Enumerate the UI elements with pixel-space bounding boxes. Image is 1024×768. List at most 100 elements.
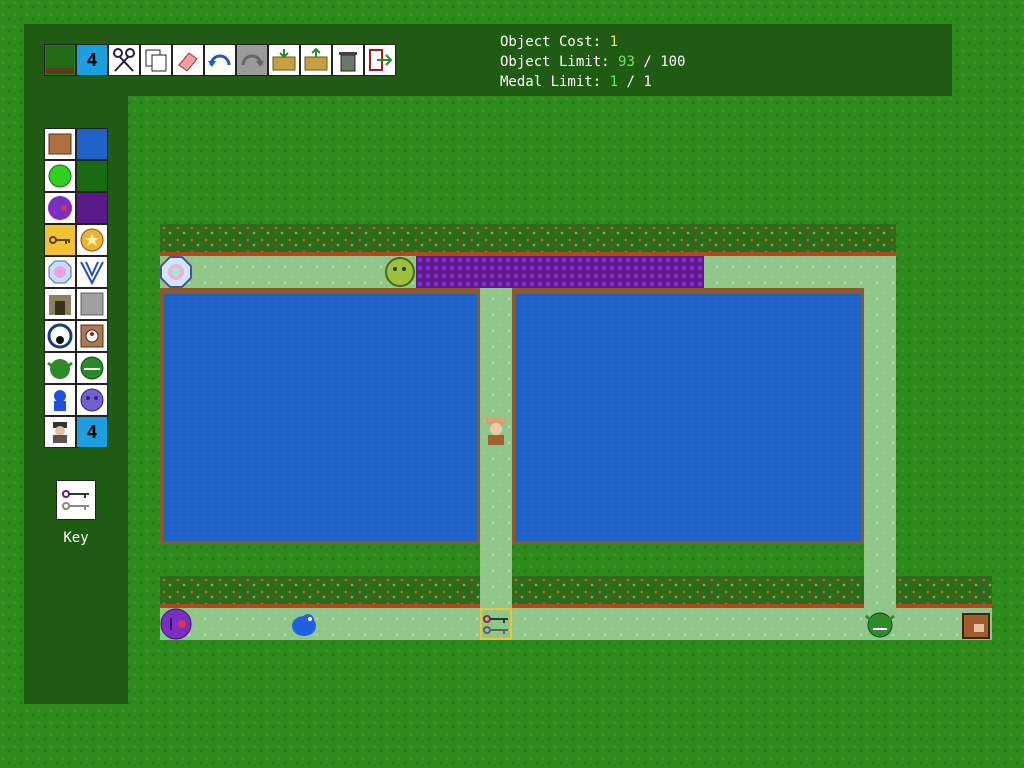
blue-creature-icon xyxy=(288,608,320,640)
object-limit-value: 93 xyxy=(618,54,635,70)
purple-lock-icon xyxy=(47,195,73,221)
bramble xyxy=(608,256,640,288)
hedge-bottom-right xyxy=(896,576,992,608)
medal-icon xyxy=(79,227,105,253)
hedge-top xyxy=(160,224,896,256)
save-folder-button[interactable] xyxy=(300,44,332,76)
blue-creature xyxy=(288,608,320,640)
palette-crate[interactable] xyxy=(44,128,76,160)
exit-icon xyxy=(367,47,393,73)
eye-icon xyxy=(47,323,73,349)
layer-button[interactable]: 4 xyxy=(76,44,108,76)
palette-gem[interactable] xyxy=(44,256,76,288)
eraser-button[interactable] xyxy=(172,44,204,76)
scissors-button[interactable] xyxy=(108,44,140,76)
layer-number: 4 xyxy=(87,50,98,71)
spike-icon xyxy=(79,259,105,285)
palette-purple-ball[interactable] xyxy=(76,384,108,416)
slime-icon xyxy=(384,256,416,288)
palette-bramble[interactable] xyxy=(76,192,108,224)
object-cost-value: 1 xyxy=(610,34,618,50)
bramble xyxy=(672,256,704,288)
palette-eye[interactable] xyxy=(44,320,76,352)
palette-goblin[interactable] xyxy=(44,352,76,384)
rainbow-gem xyxy=(160,256,192,288)
bramble xyxy=(512,256,544,288)
path-middle xyxy=(480,288,512,608)
purple-lock-door xyxy=(160,608,192,640)
undo-icon xyxy=(207,47,233,73)
undo-button[interactable] xyxy=(204,44,236,76)
pond-right xyxy=(512,288,864,544)
purple-ball-icon xyxy=(79,387,105,413)
trash-icon xyxy=(335,47,361,73)
trash-button[interactable] xyxy=(332,44,364,76)
medal-limit: Medal Limit: 1 / 1 xyxy=(500,72,685,92)
exit-button[interactable] xyxy=(364,44,396,76)
player-icon xyxy=(47,419,73,445)
palette-green-orb[interactable] xyxy=(44,160,76,192)
goblin-icon xyxy=(864,608,896,640)
palette-key[interactable] xyxy=(44,224,76,256)
green-orb-icon xyxy=(47,163,73,189)
bramble xyxy=(640,256,672,288)
bramble xyxy=(480,256,512,288)
blue-creature-icon xyxy=(47,387,73,413)
medal-limit-value: 1 xyxy=(610,74,618,90)
medal-limit-max: 1 xyxy=(643,74,651,90)
keys-icon xyxy=(59,483,93,517)
crate-icon xyxy=(960,608,992,640)
stats-panel: Object Cost: 1 Object Limit: 93 / 100 Me… xyxy=(500,32,685,92)
player-icon xyxy=(480,416,512,448)
palette-chomper[interactable] xyxy=(76,352,108,384)
slime-blob xyxy=(384,256,416,288)
copy-icon xyxy=(143,47,169,73)
stone-block-icon xyxy=(79,291,105,317)
selected-object-preview xyxy=(56,480,96,520)
palette-water[interactable] xyxy=(76,128,108,160)
palette-tunnel[interactable] xyxy=(44,288,76,320)
crate-exit xyxy=(960,608,992,640)
open-folder-button[interactable] xyxy=(268,44,300,76)
bramble xyxy=(576,256,608,288)
grass-icon xyxy=(46,46,74,74)
palette-purple-door[interactable] xyxy=(44,192,76,224)
scissors-icon xyxy=(111,47,137,73)
switch-icon xyxy=(79,323,105,349)
palette-stone[interactable] xyxy=(76,288,108,320)
player-character xyxy=(480,416,512,448)
palette-player[interactable] xyxy=(44,416,76,448)
object-limit-max: 100 xyxy=(660,54,685,70)
palette-layer-number: 4 xyxy=(87,422,98,443)
palette-switch[interactable] xyxy=(76,320,108,352)
bramble xyxy=(544,256,576,288)
bramble xyxy=(448,256,480,288)
grass-tile-button[interactable] xyxy=(44,44,76,76)
folder-download-icon xyxy=(271,47,297,73)
pond-left xyxy=(160,288,480,544)
bramble xyxy=(416,256,448,288)
palette-layer[interactable]: 4 xyxy=(76,416,108,448)
palette-spikes[interactable] xyxy=(76,256,108,288)
path-right xyxy=(864,288,896,608)
hedge-bottom-middle xyxy=(512,576,864,608)
palette-grass[interactable] xyxy=(76,160,108,192)
palette-blue-creature[interactable] xyxy=(44,384,76,416)
rainbow-gem-icon xyxy=(47,259,73,285)
rainbow-gem-icon xyxy=(160,256,192,288)
copy-button[interactable] xyxy=(140,44,172,76)
hedge-bottom-left xyxy=(160,576,480,608)
palette-medal[interactable] xyxy=(76,224,108,256)
goblin xyxy=(864,608,896,640)
selected-object-label: Key xyxy=(24,530,128,546)
object-cost: Object Cost: 1 xyxy=(500,32,685,52)
purple-lock-icon xyxy=(160,608,192,640)
eraser-icon xyxy=(175,47,201,73)
keys-icon xyxy=(482,610,510,638)
key-pickup xyxy=(480,608,512,640)
crate-icon xyxy=(47,131,73,157)
redo-button[interactable] xyxy=(236,44,268,76)
folder-upload-icon xyxy=(303,47,329,73)
chomper-icon xyxy=(79,355,105,381)
key-icon xyxy=(47,227,73,253)
